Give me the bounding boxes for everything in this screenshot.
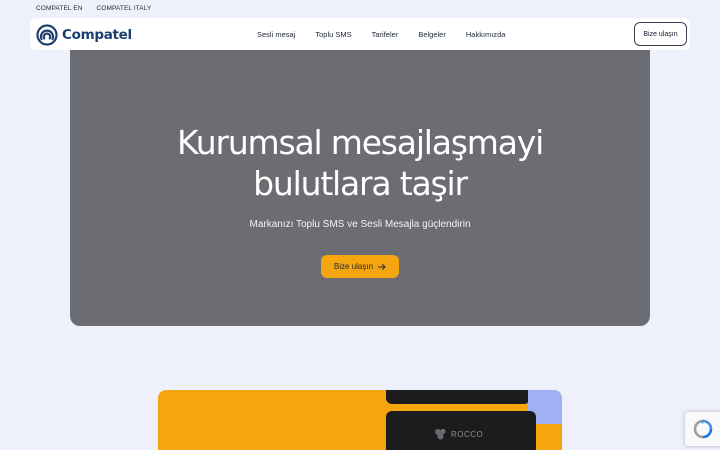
nav-links: Sesli mesaj Toplu SMS Tarifeler Belgeler… <box>257 18 505 50</box>
nav-link-hakkimizda[interactable]: Hakkımızda <box>466 30 506 39</box>
arrow-right-icon <box>378 263 386 270</box>
logo-text: Compatel <box>62 27 132 43</box>
hero-contact-button-label: Bize ulaşın <box>333 262 374 271</box>
feature-dark-card: ROCCO <box>386 411 536 450</box>
logo[interactable]: Compatel <box>36 24 132 46</box>
top-utility-bar: COMPATEL EN COMPATEL ITALY <box>0 0 720 16</box>
hero-title-line-2: bulutlara taşir <box>253 164 468 203</box>
recaptcha-badge[interactable] <box>685 412 720 446</box>
hero-banner: Kurumsal mesajlaşmayi bulutlara taşir Ma… <box>70 50 650 326</box>
nav-link-belgeler[interactable]: Belgeler <box>418 30 446 39</box>
rocco-logo-icon <box>435 428 446 440</box>
rocco-brand-text: ROCCO <box>451 429 484 439</box>
main-navbar: Compatel Sesli mesaj Toplu SMS Tarifeler… <box>30 18 690 50</box>
nav-link-tarifeler[interactable]: Tarifeler <box>372 30 399 39</box>
topbar-link-compatel-en[interactable]: COMPATEL EN <box>36 5 83 12</box>
rocco-brand: ROCCO <box>434 428 483 440</box>
nav-link-toplu-sms[interactable]: Toplu SMS <box>315 30 351 39</box>
hero-title: Kurumsal mesajlaşmayi bulutlara taşir <box>70 122 650 204</box>
recaptcha-icon <box>693 419 713 439</box>
feature-dark-tab <box>386 390 530 404</box>
feature-section: ROCCO <box>158 390 562 450</box>
contact-button[interactable]: Bize ulaşın <box>634 22 687 46</box>
topbar-link-compatel-italy[interactable]: COMPATEL ITALY <box>97 5 152 12</box>
nav-link-sesli-mesaj[interactable]: Sesli mesaj <box>257 30 295 39</box>
hero-contact-button[interactable]: Bize ulaşın <box>321 255 399 278</box>
compatel-logo-icon <box>36 24 58 46</box>
hero-title-line-1: Kurumsal mesajlaşmayi <box>176 123 544 162</box>
hero-subtitle: Markanızı Toplu SMS ve Sesli Mesajla güç… <box>249 219 471 230</box>
